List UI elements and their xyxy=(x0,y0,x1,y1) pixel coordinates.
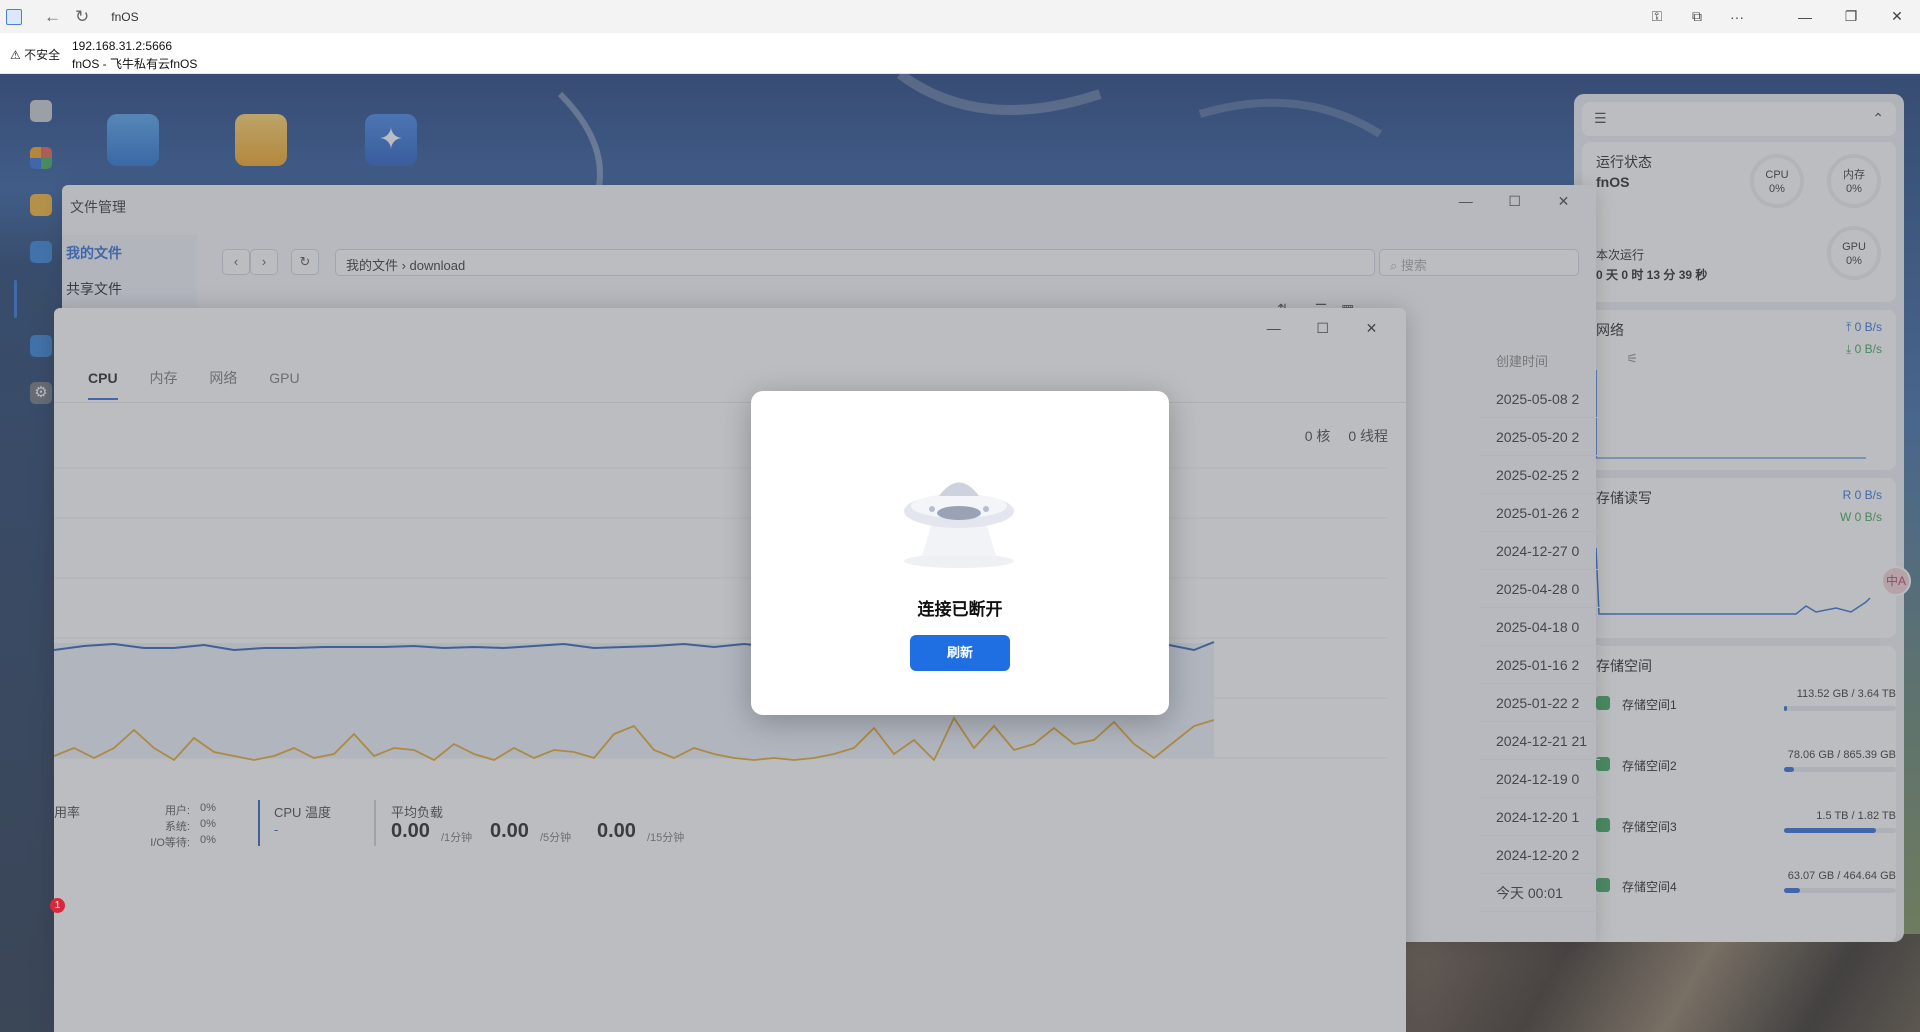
dialog-message: 连接已断开 xyxy=(917,600,1003,619)
security-warning[interactable]: ⚠ 不安全 xyxy=(10,46,60,63)
minimize-window-button[interactable]: — xyxy=(1782,9,1828,25)
browser-titlebar: ← ↻ fnOS ⚿ ⧉ ··· — ❐ ✕ xyxy=(0,0,1920,33)
page-title: fnOS - 飞牛私有云fnOS xyxy=(72,57,198,71)
key-icon[interactable]: ⚿ xyxy=(1637,8,1677,25)
address-bar[interactable]: ⚠ 不安全 192.168.31.2:5666 fnOS - 飞牛私有云fnOS xyxy=(0,33,1920,74)
more-options-icon[interactable]: ··· xyxy=(1717,9,1757,25)
disconnected-dialog: 连接已断开 刷新 xyxy=(751,391,1169,715)
url-text[interactable]: 192.168.31.2:5666 xyxy=(72,39,172,53)
cast-icon[interactable]: ⧉ xyxy=(1677,8,1717,25)
close-window-button[interactable]: ✕ xyxy=(1874,8,1920,25)
security-label: 不安全 xyxy=(24,48,61,62)
ufo-illustration xyxy=(904,482,1014,568)
back-arrow-icon[interactable]: ← xyxy=(44,7,61,27)
notification-badge[interactable]: 1 xyxy=(50,898,65,913)
app-favicon-icon xyxy=(6,8,22,25)
restore-window-button[interactable]: ❐ xyxy=(1828,8,1874,25)
reload-icon[interactable]: ↻ xyxy=(75,7,89,27)
tab-title: fnOS xyxy=(111,9,139,24)
refresh-button[interactable]: 刷新 xyxy=(910,635,1010,671)
